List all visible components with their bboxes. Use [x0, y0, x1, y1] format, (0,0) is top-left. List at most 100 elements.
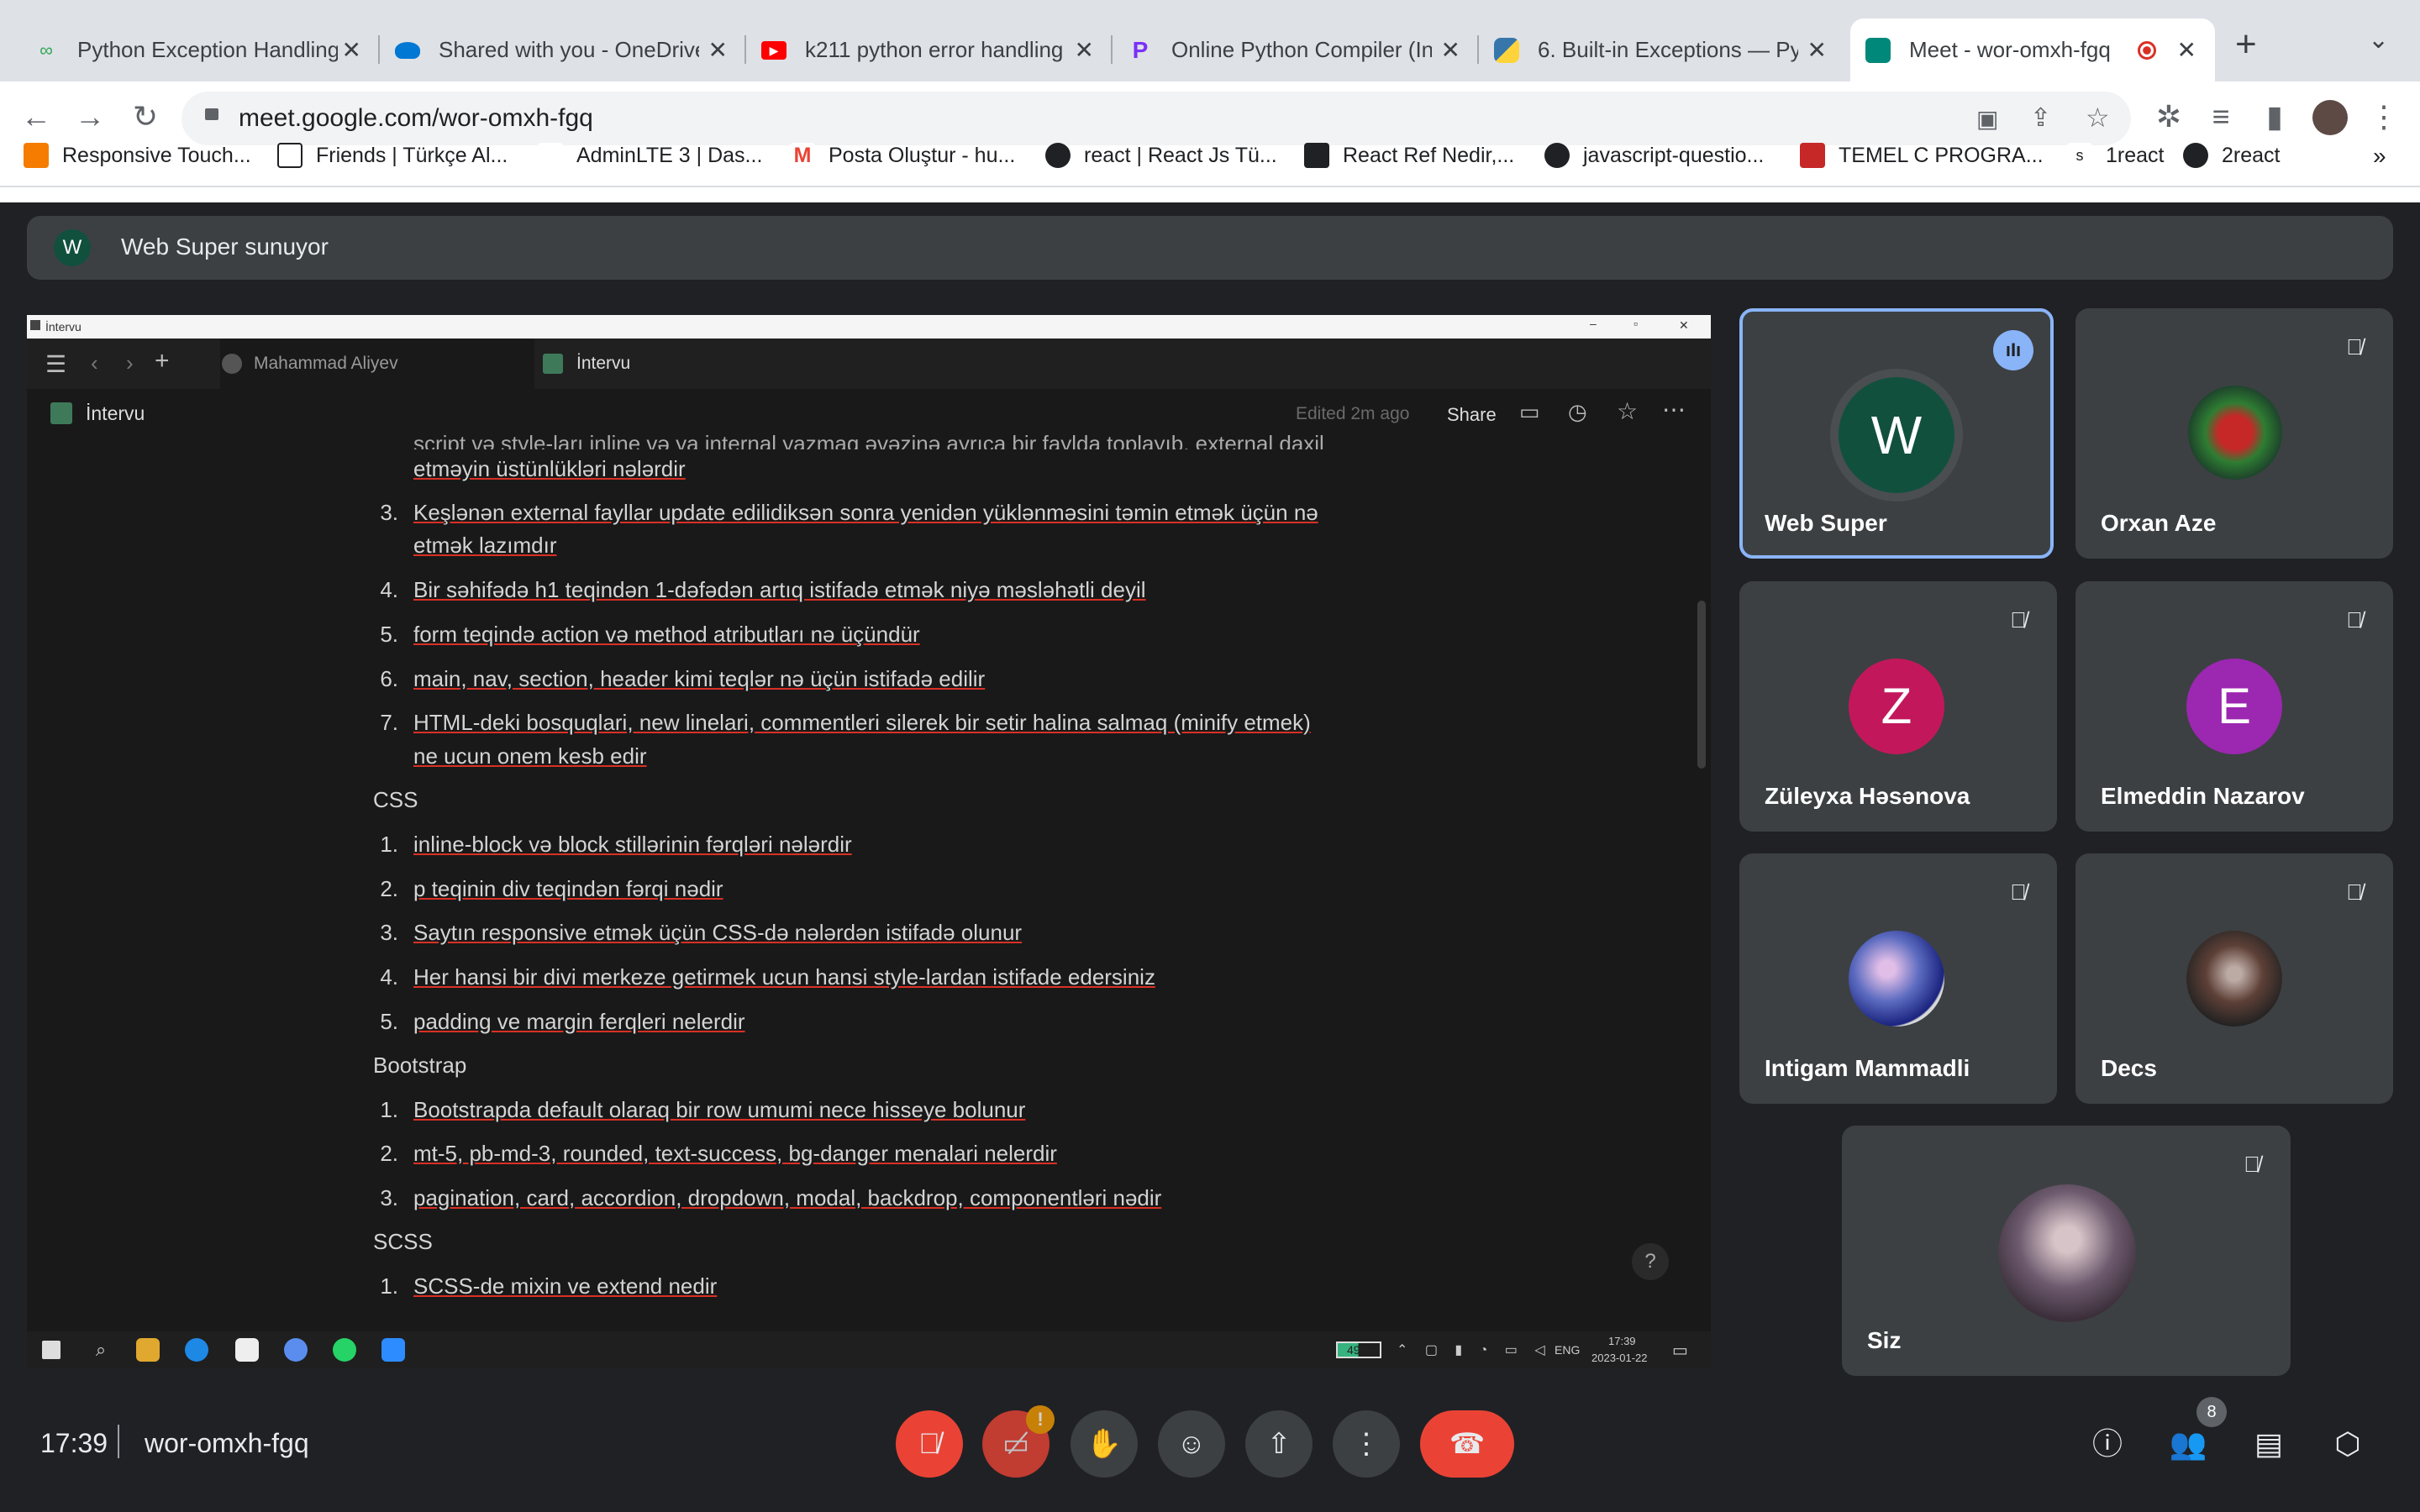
url-text: meet.google.com/wor-omxh-fgq [239, 104, 593, 132]
bookmark-item[interactable]: React Ref Nedir,... [1304, 143, 1514, 168]
new-tab-button[interactable]: + [2235, 24, 2257, 66]
bookmark-label: Responsive Touch... [62, 143, 251, 167]
history-icon: ◷ [1568, 399, 1587, 424]
help-icon: ? [1632, 1243, 1669, 1280]
bookmark-label: react | React Js Tü... [1084, 143, 1277, 167]
participant-name: Orxan Aze [2101, 510, 2217, 536]
tab-meet[interactable]: Meet - wor-omxh-fgq ✕ [1850, 18, 2215, 81]
bookmark-favicon-icon [277, 143, 302, 168]
bookmark-label: React Ref Nedir,... [1343, 143, 1515, 167]
bookmark-item[interactable]: javascript-questio... [1544, 143, 1764, 168]
close-icon[interactable]: ✕ [1441, 36, 1460, 64]
bookmark-label: Posta Oluştur - hu... [829, 143, 1016, 167]
more-icon: ⋯ [1662, 396, 1686, 423]
language-label: ENG [1555, 1343, 1581, 1357]
list-item: 5. form teqində action və method atributl… [380, 622, 920, 647]
python-icon [1494, 37, 1519, 63]
edge-icon [185, 1338, 208, 1362]
tab-python-docs[interactable]: 6. Built-in Exceptions — Py ✕ [1479, 18, 1845, 81]
bookmark-item[interactable]: TEMEL C PROGRA... [1800, 143, 2044, 168]
participant-tile[interactable]: 🎙̸ Intigam Mammadli [1739, 853, 2057, 1104]
tab-search-chevron-icon[interactable]: ⌄ [2368, 25, 2389, 55]
bookmark-star-icon[interactable]: ☆ [2086, 102, 2110, 134]
people-button[interactable]: 👥 8 [2165, 1397, 2227, 1467]
avatar: Z [1849, 659, 1944, 754]
taskbar-time: 17:39 [1608, 1335, 1636, 1347]
tab-page-label: İntervu [576, 354, 631, 373]
list-item: 3. pagination, card, accordion, dropdown,… [380, 1185, 1162, 1210]
whatsapp-icon [333, 1338, 356, 1362]
activities-button[interactable]: ⬡ [2324, 1420, 2371, 1467]
mic-toggle-button[interactable]: 🎙̸ [896, 1410, 963, 1478]
battery-indicator: 49% [1336, 1341, 1381, 1358]
bookmark-label: TEMEL C PROGRA... [1839, 143, 2044, 167]
onedrive-icon [395, 41, 420, 59]
participant-tile[interactable]: 🎙̸ Decs [2075, 853, 2393, 1104]
globe-icon [2183, 143, 2208, 168]
list-item: 3. Keşlənən external fayllar update edili… [380, 500, 1318, 525]
list-item: etməyin üstünlükləri nələrdir [413, 456, 686, 481]
present-button[interactable]: ⇧ [1245, 1410, 1313, 1478]
comment-icon: ▭ [1519, 399, 1540, 424]
raise-hand-button[interactable]: ✋ [1071, 1410, 1138, 1478]
presentation-banner: W Web Super sunuyor [27, 216, 2393, 280]
participant-tile[interactable]: 🎙̸ Orxan Aze [2075, 308, 2393, 559]
avatar: W [1839, 377, 1954, 493]
bookmark-item[interactable]: Responsive Touch... [24, 143, 251, 168]
folder-icon [136, 1338, 160, 1362]
participant-tile-self[interactable]: 🎙̸ Siz [1842, 1126, 2291, 1376]
tab-python-compiler[interactable]: P Online Python Compiler (Int ✕ [1113, 18, 1479, 81]
plus-icon: + [155, 347, 170, 375]
list-item: 4. Her hansi bir divi merkeze getirmek uc… [380, 964, 1155, 990]
user-avatar-icon [222, 354, 242, 374]
tray-icons: ⌃ ▢ ▮ ◔ ▭ ◁ [1397, 1343, 1552, 1357]
address-bar[interactable]: meet.google.com/wor-omxh-fgq ▣ ⇪ ☆ [182, 92, 2131, 145]
participant-tile[interactable]: Z 🎙̸ Züleyxa Həsənova [1739, 581, 2057, 832]
bookmark-item[interactable]: react | React Js Tü... [1045, 143, 1277, 168]
side-panel-icon[interactable]: ▮ [2254, 98, 2296, 135]
bookmark-item[interactable]: M Posta Oluştur - hu... [790, 143, 1015, 168]
share-icon[interactable]: ⇪ [2030, 103, 2051, 133]
media-control-icon[interactable]: ≡ [2200, 98, 2242, 135]
forward-button[interactable]: → [69, 98, 111, 135]
search-icon: ⌕ [95, 1339, 107, 1360]
zoom-icon [381, 1338, 405, 1362]
recording-icon [2138, 40, 2156, 60]
participant-tile[interactable]: W ıIı Web Super [1739, 308, 2054, 559]
back-button[interactable]: ← [15, 98, 57, 135]
profile-avatar[interactable] [2312, 100, 2348, 135]
camera-toggle-button[interactable]: ▭̸ ! [982, 1405, 1055, 1478]
chat-button[interactable]: ▤ [2245, 1420, 2292, 1467]
more-vert-icon: ⋮ [1352, 1428, 1381, 1460]
leave-call-button[interactable]: ☎ [1420, 1410, 1514, 1478]
tab-label: Python Exception Handling [77, 37, 338, 62]
hang-up-icon: ☎ [1449, 1428, 1486, 1460]
reactions-button[interactable]: ☺ [1158, 1410, 1225, 1478]
close-icon[interactable]: ✕ [708, 36, 728, 64]
close-icon[interactable]: ✕ [2177, 36, 2196, 64]
bookmark-item[interactable]: s 1react [2067, 143, 2164, 168]
list-item: 2. p teqinin div teqindən fərqi nədir [380, 876, 723, 901]
list-item: script və style-ları inline və ya intern… [413, 431, 1324, 449]
chrome-menu-icon[interactable]: ⋮ [2363, 98, 2405, 135]
bookmark-item[interactable]: Friends | Türkçe Al... [277, 143, 508, 168]
tab-youtube[interactable]: ▶ k211 python error handling ✕ [746, 18, 1113, 81]
audio-level-icon: ıIı [1993, 330, 2033, 370]
bookmark-item[interactable]: AdminLTE 3 | Das... [538, 143, 762, 168]
reload-button[interactable]: ↻ [124, 98, 166, 135]
participant-tile[interactable]: E 🎙̸ Elmeddin Nazarov [2075, 581, 2393, 832]
more-bookmarks-icon[interactable]: » [2373, 143, 2386, 170]
close-icon[interactable]: ✕ [1807, 36, 1827, 64]
tab-onedrive[interactable]: Shared with you - OneDrive ✕ [380, 18, 746, 81]
bookmark-item[interactable]: 2react [2183, 143, 2280, 168]
close-icon[interactable]: ✕ [1075, 36, 1094, 64]
camera-blocked-icon[interactable]: ▣ [1976, 105, 1998, 133]
extensions-icon[interactable]: ✲ [2148, 98, 2190, 135]
tab-python-exception[interactable]: ∞ Python Exception Handling ✕ [18, 18, 380, 81]
emoji-icon: ☺ [1176, 1428, 1207, 1460]
github-icon [1544, 143, 1570, 168]
notification-icon: ▭ [1672, 1341, 1688, 1360]
close-icon[interactable]: ✕ [342, 36, 361, 64]
meeting-info-button[interactable]: ⓘ [2084, 1420, 2131, 1467]
more-options-button[interactable]: ⋮ [1333, 1410, 1400, 1478]
